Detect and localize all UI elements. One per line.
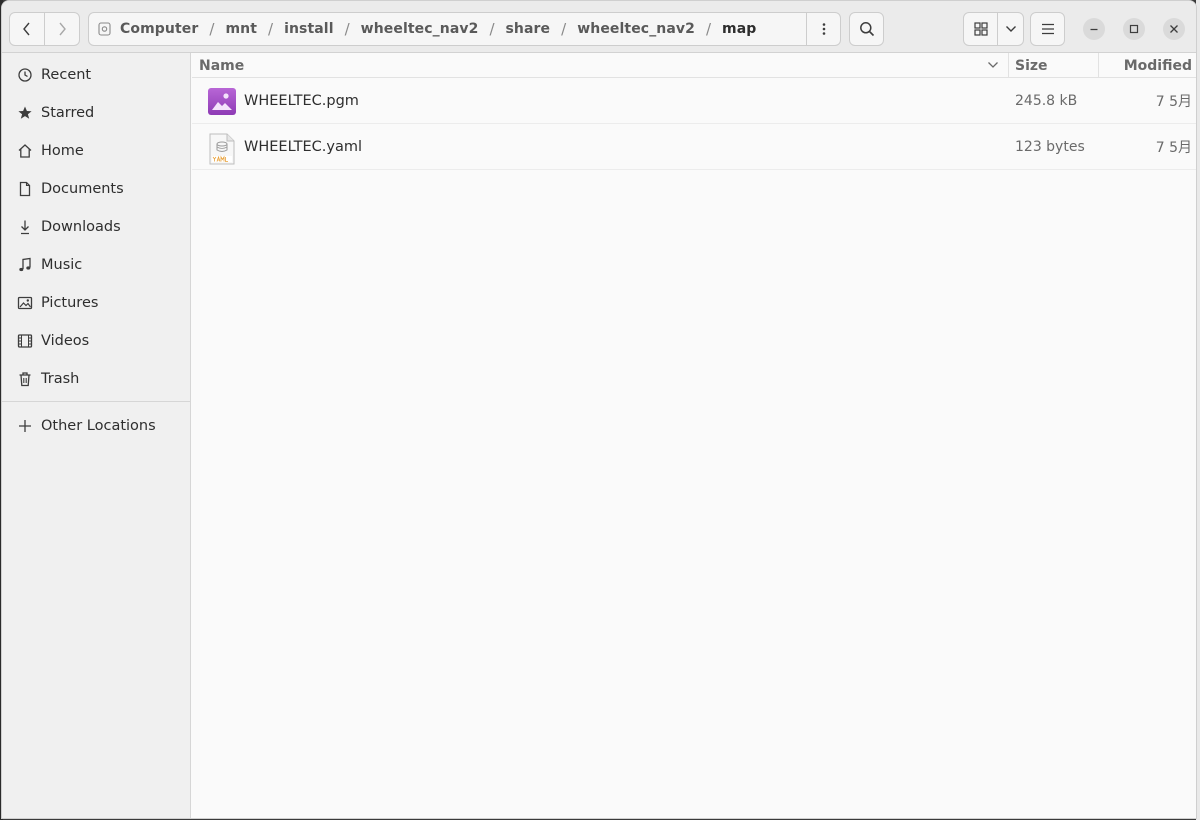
sidebar-item-pictures[interactable]: Pictures xyxy=(2,284,190,322)
chevron-right-icon xyxy=(59,22,66,36)
breadcrumb-mnt[interactable]: mnt xyxy=(225,21,257,37)
sidebar-item-trash[interactable]: Trash xyxy=(2,360,190,398)
sidebar-item-label: Videos xyxy=(41,333,90,349)
file-modified: 7 5月 xyxy=(1155,94,1192,110)
sidebar-item-label: Starred xyxy=(41,105,95,121)
breadcrumb-computer[interactable]: Computer xyxy=(120,21,198,37)
sidebar-item-recent[interactable]: Recent xyxy=(2,56,190,94)
sidebar-item-label: Home xyxy=(41,143,84,159)
sidebar-item-documents[interactable]: Documents xyxy=(2,170,190,208)
grid-view-button[interactable] xyxy=(964,13,997,45)
sidebar-item-label: Trash xyxy=(41,371,80,387)
header-bar: Computer / mnt / install / wheeltec_nav2… xyxy=(2,1,1196,53)
forward-button[interactable] xyxy=(44,13,79,45)
star-icon xyxy=(16,104,34,122)
more-vertical-icon xyxy=(822,23,825,35)
music-icon xyxy=(16,256,34,274)
breadcrumb-map[interactable]: map xyxy=(722,21,756,37)
minimize-button[interactable] xyxy=(1083,18,1105,40)
breadcrumb-separator: / xyxy=(705,20,712,38)
file-manager-window: Computer / mnt / install / wheeltec_nav2… xyxy=(1,0,1197,819)
trash-icon xyxy=(16,370,34,388)
picture-icon xyxy=(16,294,34,312)
grid-icon xyxy=(973,22,988,36)
search-button[interactable] xyxy=(849,12,884,46)
column-header-modified[interactable]: Modified xyxy=(1098,53,1196,78)
view-toggle-group xyxy=(963,12,1024,46)
breadcrumb-separator: / xyxy=(561,20,567,38)
sidebar-item-label: Pictures xyxy=(41,295,99,311)
breadcrumb-wheeltec-nav2[interactable]: wheeltec_nav2 xyxy=(361,21,479,37)
hamburger-menu-icon xyxy=(1041,23,1054,35)
breadcrumb-install[interactable]: install xyxy=(284,21,334,37)
breadcrumb-separator: / xyxy=(489,20,495,38)
column-header-row: Name Size Modified xyxy=(192,53,1196,78)
breadcrumb-wheeltec-nav2-share[interactable]: wheeltec_nav2 xyxy=(577,21,695,37)
image-file-icon xyxy=(207,87,237,117)
sidebar-item-label: Downloads xyxy=(41,219,121,235)
document-icon xyxy=(16,180,34,198)
home-icon xyxy=(16,142,34,160)
breadcrumb-share[interactable]: share xyxy=(506,21,551,37)
file-name: WHEELTEC.yaml xyxy=(244,139,363,155)
file-list-view: Name Size Modified WHEELTEC.pgm 245.8 kB… xyxy=(192,53,1196,818)
breadcrumb-separator: / xyxy=(268,20,274,38)
sidebar-item-downloads[interactable]: Downloads xyxy=(2,208,190,246)
view-options-dropdown[interactable] xyxy=(997,13,1023,45)
file-row[interactable]: WHEELTEC.yaml 123 bytes 7 5月 xyxy=(192,124,1196,170)
chevron-left-icon xyxy=(23,22,30,36)
clock-icon xyxy=(16,66,34,84)
file-size: 123 bytes xyxy=(1015,139,1085,155)
sidebar-item-videos[interactable]: Videos xyxy=(2,322,190,360)
search-icon xyxy=(859,22,874,37)
breadcrumb-separator: / xyxy=(209,20,215,38)
column-header-name[interactable]: Name xyxy=(199,53,1007,78)
file-size: 245.8 kB xyxy=(1015,93,1078,109)
column-header-size[interactable]: Size xyxy=(1008,53,1098,78)
path-menu-button[interactable] xyxy=(806,13,840,45)
close-icon xyxy=(1170,25,1178,33)
sidebar-item-home[interactable]: Home xyxy=(2,132,190,170)
navigation-buttons xyxy=(9,12,80,46)
sidebar-item-label: Music xyxy=(41,257,83,273)
sidebar-item-music[interactable]: Music xyxy=(2,246,190,284)
video-icon xyxy=(16,332,34,350)
download-icon xyxy=(16,218,34,236)
back-button[interactable] xyxy=(10,13,44,45)
breadcrumb-separator: / xyxy=(344,20,350,38)
maximize-button[interactable] xyxy=(1123,18,1145,40)
sidebar-divider xyxy=(2,401,190,402)
sidebar-item-label: Documents xyxy=(41,181,124,197)
file-modified: 7 5月 xyxy=(1155,140,1192,156)
drive-icon xyxy=(98,22,112,36)
sort-descending-icon[interactable] xyxy=(987,60,999,70)
chevron-down-icon xyxy=(1005,26,1016,32)
file-name: WHEELTEC.pgm xyxy=(244,93,359,109)
breadcrumb: Computer / mnt / install / wheeltec_nav2… xyxy=(89,13,806,45)
plus-icon xyxy=(16,417,34,435)
close-button[interactable] xyxy=(1163,18,1185,40)
file-row[interactable]: WHEELTEC.pgm 245.8 kB 7 5月 xyxy=(192,78,1196,124)
sidebar-item-label: Recent xyxy=(41,67,92,83)
sidebar-item-label: Other Locations xyxy=(41,418,156,434)
sidebar-item-other-locations[interactable]: Other Locations xyxy=(2,407,190,445)
places-sidebar: Recent Starred Home Documents Downloads xyxy=(2,53,191,818)
location-pathbar: Computer / mnt / install / wheeltec_nav2… xyxy=(88,12,841,46)
sidebar-item-starred[interactable]: Starred xyxy=(2,94,190,132)
yaml-file-icon xyxy=(207,133,237,165)
main-menu-button[interactable] xyxy=(1030,12,1065,46)
minimize-icon xyxy=(1090,28,1098,31)
maximize-icon xyxy=(1129,24,1139,34)
